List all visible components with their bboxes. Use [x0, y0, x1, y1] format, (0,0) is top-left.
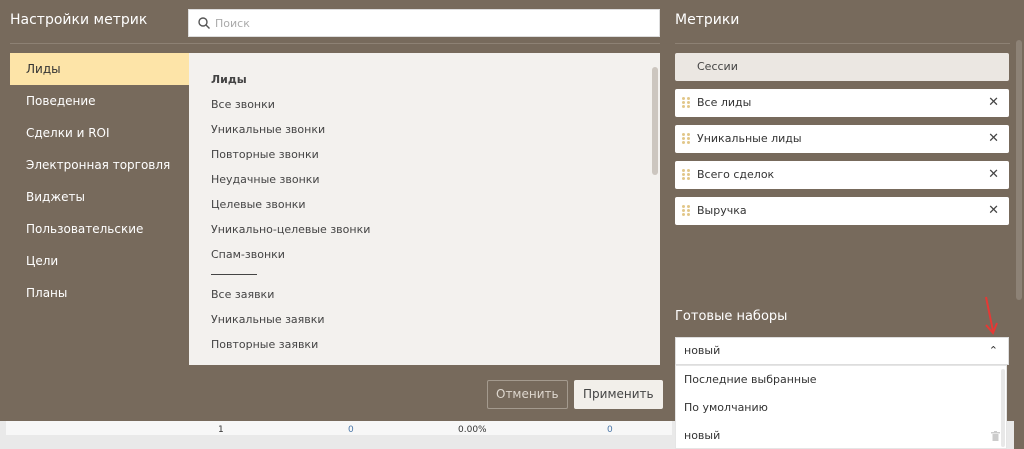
- category-item-deals-roi[interactable]: Сделки и ROI: [10, 117, 189, 149]
- search-field[interactable]: [188, 9, 660, 37]
- metric-option[interactable]: Спам-звонки: [211, 248, 285, 261]
- apply-button[interactable]: Применить: [574, 380, 663, 409]
- preset-select-value: новый: [684, 344, 721, 357]
- page-scrollbar-thumb[interactable]: [1016, 40, 1022, 300]
- category-item-plans[interactable]: Планы: [10, 277, 189, 309]
- close-icon[interactable]: ✕: [988, 161, 999, 189]
- search-input[interactable]: [215, 16, 645, 30]
- metric-option[interactable]: Уникальные заявки: [211, 313, 325, 326]
- chevron-up-icon[interactable]: ⌃: [989, 338, 998, 364]
- selected-metric-chip[interactable]: Всего сделок ✕: [675, 161, 1009, 189]
- table-cell: 0: [607, 425, 613, 435]
- metric-option[interactable]: Неудачные звонки: [211, 173, 320, 186]
- close-icon[interactable]: ✕: [988, 89, 999, 117]
- table-row: 1 0 0.00% 0: [6, 421, 672, 435]
- selected-metric-chip[interactable]: Все лиды ✕: [675, 89, 1009, 117]
- close-icon[interactable]: ✕: [988, 125, 999, 153]
- metric-option[interactable]: Целевые звонки: [211, 198, 306, 211]
- metrics-group-heading: Лиды: [211, 73, 247, 86]
- cancel-button[interactable]: Отменить: [487, 380, 568, 409]
- preset-dropdown: Последние выбранные По умолчанию новый: [675, 365, 1007, 449]
- selected-metric-chip[interactable]: Выручка ✕: [675, 197, 1009, 225]
- metric-option[interactable]: Уникальные звонки: [211, 123, 325, 136]
- chip-label: Выручка: [697, 204, 747, 217]
- chip-label: Всего сделок: [697, 168, 775, 181]
- category-item-widgets[interactable]: Виджеты: [10, 181, 189, 213]
- chip-label: Все лиды: [697, 96, 752, 109]
- divider: [10, 43, 660, 44]
- preset-option[interactable]: Последние выбранные: [676, 366, 1006, 394]
- preset-option[interactable]: новый: [676, 422, 1006, 449]
- metrics-title: Метрики: [675, 12, 740, 28]
- close-icon[interactable]: ✕: [988, 197, 999, 225]
- trash-icon[interactable]: [991, 431, 1000, 441]
- category-item-ecommerce[interactable]: Электронная торговля: [10, 149, 189, 181]
- preset-option-label: новый: [684, 429, 721, 442]
- preset-option[interactable]: По умолчанию: [676, 394, 1006, 422]
- category-list: Лиды Поведение Сделки и ROI Электронная …: [10, 53, 189, 309]
- preset-select[interactable]: новый ⌃: [675, 337, 1009, 365]
- category-item-leads[interactable]: Лиды: [10, 53, 189, 85]
- selected-metric-chip[interactable]: Уникальные лиды ✕: [675, 125, 1009, 153]
- divider: [675, 43, 1010, 44]
- group-separator: [211, 274, 257, 275]
- table-cell: 1: [218, 425, 224, 435]
- category-item-custom[interactable]: Пользовательские: [10, 213, 189, 245]
- drag-handle-icon[interactable]: [682, 205, 692, 217]
- search-icon: [198, 17, 210, 29]
- presets-title: Готовые наборы: [675, 309, 788, 324]
- dropdown-scrollbar[interactable]: [1001, 369, 1005, 447]
- list-scrollbar[interactable]: [652, 67, 658, 175]
- category-item-behavior[interactable]: Поведение: [10, 85, 189, 117]
- chip-label: Уникальные лиды: [697, 132, 802, 145]
- metric-option[interactable]: Повторные заявки: [211, 338, 318, 351]
- drag-handle-icon[interactable]: [682, 169, 692, 181]
- metrics-list-panel: Лиды Все звонки Уникальные звонки Повтор…: [189, 53, 660, 365]
- table-cell: 0.00%: [458, 425, 487, 435]
- metric-option[interactable]: Уникально-целевые звонки: [211, 223, 370, 236]
- table-cell: 0: [348, 425, 354, 435]
- metric-option[interactable]: Все заявки: [211, 288, 274, 301]
- session-chip: Сессии: [675, 53, 1009, 81]
- category-item-goals[interactable]: Цели: [10, 245, 189, 277]
- metric-option[interactable]: Все звонки: [211, 98, 275, 111]
- drag-handle-icon[interactable]: [682, 97, 692, 109]
- page-scrollbar[interactable]: [1014, 0, 1024, 449]
- settings-title: Настройки метрик: [10, 12, 148, 28]
- drag-handle-icon[interactable]: [682, 133, 692, 145]
- annotation-arrow-icon: [985, 296, 998, 335]
- metric-option[interactable]: Повторные звонки: [211, 148, 319, 161]
